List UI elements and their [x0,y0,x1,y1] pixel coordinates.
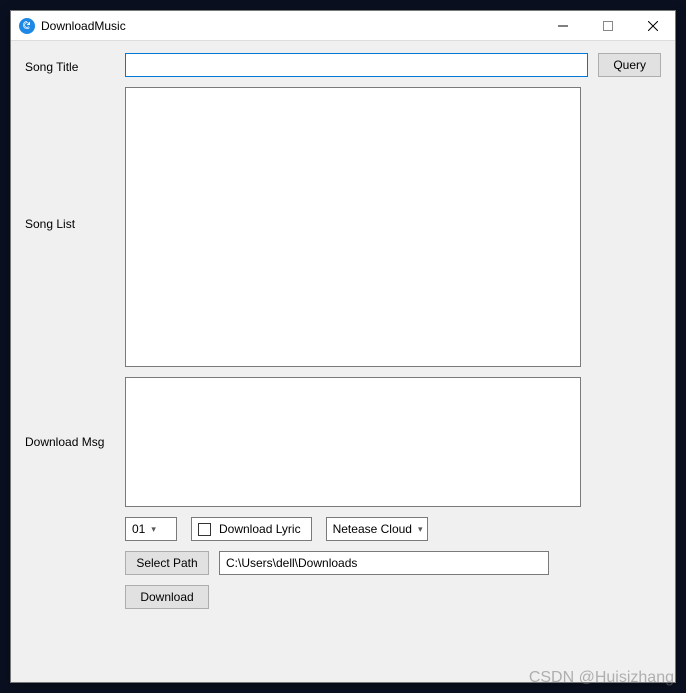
titlebar: DownloadMusic [11,11,675,41]
count-combo[interactable]: 01 ▾ [125,517,177,541]
count-combo-value: 01 [132,522,145,536]
song-title-label: Song Title [25,56,117,74]
app-window: DownloadMusic Song Title Query Song List [10,10,676,683]
download-msg-row: Download Msg [25,377,661,507]
song-title-row: Song Title Query [25,53,661,77]
app-icon [19,18,35,34]
checkbox-box-icon [198,523,211,536]
chevron-down-icon: ▾ [418,524,423,535]
download-row: Download [25,585,661,609]
window-title: DownloadMusic [41,19,540,33]
source-combo-value: Netease Cloud [333,522,412,536]
download-msg-label: Download Msg [25,377,117,449]
source-combo[interactable]: Netease Cloud ▾ [326,517,428,541]
options-row: 01 ▾ Download Lyric Netease Cloud ▾ [25,517,661,541]
maximize-button[interactable] [585,11,630,40]
song-list-row: Song List [25,87,661,367]
client-area: Song Title Query Song List Download Msg [11,41,675,682]
chevron-down-icon: ▾ [151,524,156,535]
query-button[interactable]: Query [598,53,661,77]
song-list-box[interactable] [125,87,581,367]
select-path-button[interactable]: Select Path [125,551,209,575]
window-controls [540,11,675,40]
song-title-input[interactable] [125,53,588,77]
path-input[interactable] [219,551,549,575]
download-lyric-checkbox[interactable]: Download Lyric [191,517,312,541]
song-list-label: Song List [25,87,117,231]
path-row: Select Path [25,551,661,575]
minimize-button[interactable] [540,11,585,40]
download-lyric-label: Download Lyric [219,522,301,536]
download-button[interactable]: Download [125,585,209,609]
download-msg-box[interactable] [125,377,581,507]
close-button[interactable] [630,11,675,40]
